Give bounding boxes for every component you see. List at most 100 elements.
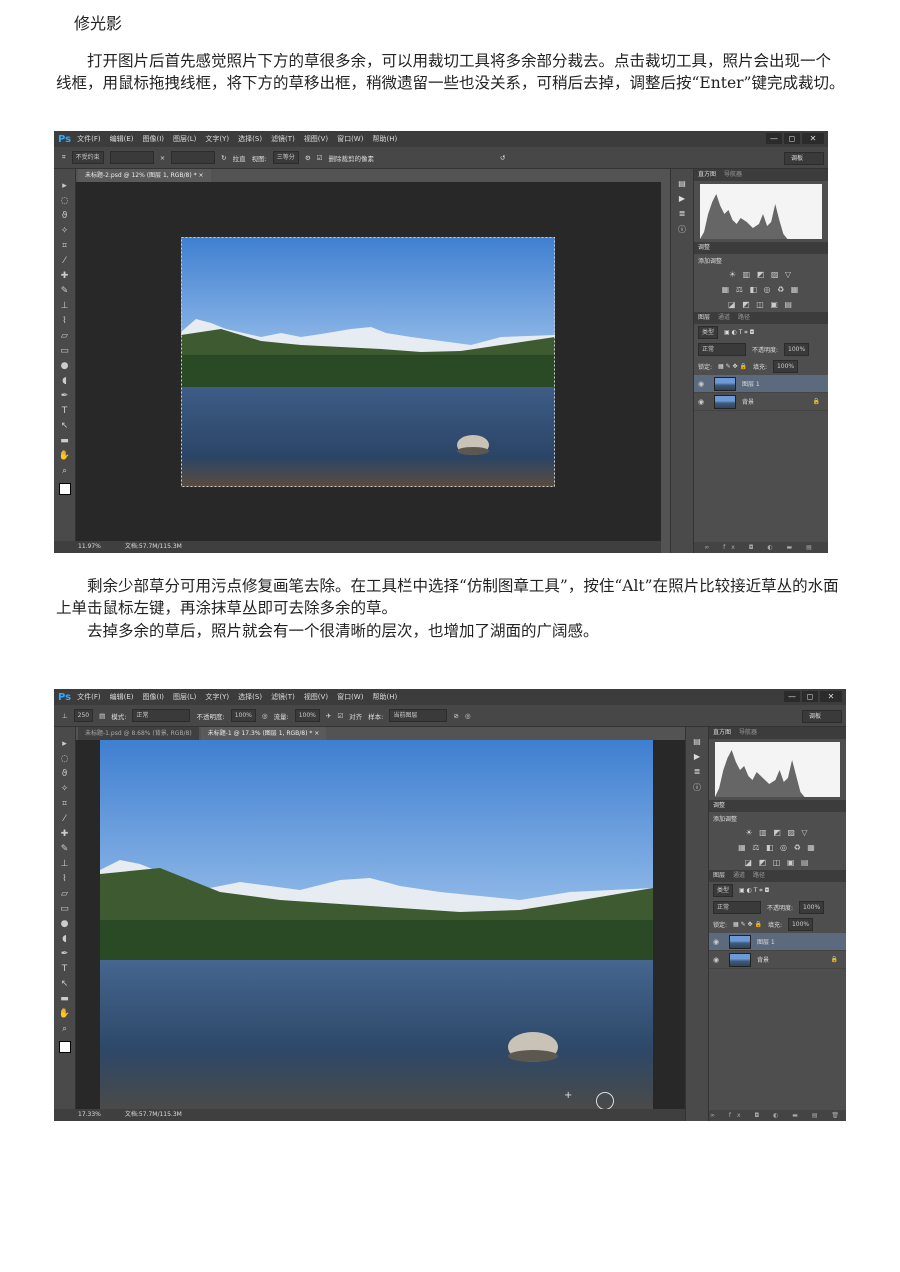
- menu-item-edit[interactable]: 编辑(E): [110, 692, 134, 702]
- info-panel-icon[interactable]: ⓘ: [678, 224, 686, 235]
- menu-item-help[interactable]: 帮助(H): [372, 134, 397, 144]
- layer-row[interactable]: ◉ 背景 🔒: [709, 951, 846, 969]
- view-select[interactable]: 三等分: [272, 151, 299, 164]
- tab-paths[interactable]: 路径: [738, 312, 750, 324]
- healing-brush-icon[interactable]: ✚: [61, 827, 69, 842]
- shape-tool-icon[interactable]: ▬: [60, 992, 69, 1007]
- close-button[interactable]: ✕: [802, 133, 824, 144]
- adjustment-icons[interactable]: ☀ ▥ ◩ ▨ ▽ ▦ ⚖ ◧ ◎ ♻ ▦ ◪ ◩ ◫ ▣ ▤: [694, 267, 828, 312]
- reset-icon[interactable]: ↺: [500, 154, 505, 162]
- hand-tool-icon[interactable]: ✋: [59, 449, 70, 464]
- canvas-area[interactable]: [76, 182, 661, 541]
- history-panel-icon[interactable]: ▤: [693, 737, 701, 746]
- layer-kind-select[interactable]: 类型: [713, 884, 734, 897]
- opacity-input[interactable]: 100%: [784, 343, 810, 356]
- delete-cropped-checkbox[interactable]: ☑: [317, 154, 323, 162]
- straighten-label[interactable]: 拉直: [233, 153, 246, 163]
- menu-item-view[interactable]: 视图(V): [304, 134, 328, 144]
- magic-wand-icon[interactable]: ✧: [61, 224, 69, 239]
- fill-input[interactable]: 100%: [772, 360, 799, 373]
- blur-icon[interactable]: ●: [61, 917, 69, 932]
- pressure-opacity-icon[interactable]: ◎: [262, 712, 268, 720]
- crop-ratio-select[interactable]: 不受约束: [71, 151, 104, 164]
- move-tool-icon[interactable]: ▸: [62, 737, 67, 752]
- tab-adjustments[interactable]: 调整: [713, 800, 725, 812]
- rotate-icon[interactable]: ↻: [221, 154, 226, 162]
- pen-tool-icon[interactable]: ✒: [61, 389, 69, 404]
- path-select-icon[interactable]: ↖: [61, 419, 69, 434]
- menu-item-select[interactable]: 选择(S): [238, 134, 262, 144]
- menu-item-file[interactable]: 文件(F): [77, 692, 101, 702]
- eraser-icon[interactable]: ▱: [61, 329, 68, 344]
- layer-kind-select[interactable]: 类型: [698, 326, 719, 339]
- zoom-tool-icon[interactable]: ⌕: [62, 464, 67, 479]
- tab-paths[interactable]: 路径: [753, 870, 765, 882]
- menu-item-type[interactable]: 文字(Y): [205, 134, 229, 144]
- type-tool-icon[interactable]: T: [62, 962, 68, 977]
- type-tool-icon[interactable]: T: [62, 404, 68, 419]
- layer-filter-icons[interactable]: ▣ ◐ T ⌗ ◘: [739, 887, 769, 895]
- minimize-button[interactable]: —: [766, 133, 782, 144]
- menu-item-select[interactable]: 选择(S): [238, 692, 262, 702]
- lasso-tool-icon[interactable]: ϑ: [62, 209, 68, 224]
- zoom-level[interactable]: 17.33%: [78, 1109, 101, 1121]
- menu-item-image[interactable]: 图像(I): [143, 134, 165, 144]
- gradient-icon[interactable]: ▭: [60, 344, 69, 359]
- magic-wand-icon[interactable]: ✧: [61, 782, 69, 797]
- layer-filter-icons[interactable]: ▣ ◐ T ⌗ ◘: [724, 329, 754, 337]
- layer-row[interactable]: ◉ 图层 1: [694, 375, 828, 393]
- tab-layers[interactable]: 图层: [713, 870, 725, 882]
- dodge-icon[interactable]: ◖: [62, 374, 67, 389]
- tab-navigator[interactable]: 导航器: [739, 727, 757, 739]
- gear-icon[interactable]: ⚙: [305, 154, 311, 162]
- menu-item-filter[interactable]: 滤镜(T): [271, 134, 295, 144]
- history-brush-icon[interactable]: ⌇: [62, 314, 66, 329]
- opacity-input[interactable]: 100%: [230, 709, 256, 722]
- crop-tool-icon[interactable]: ⌗: [62, 797, 67, 812]
- brush-panel-icon[interactable]: ▤: [99, 712, 105, 720]
- brush-preset-picker[interactable]: 250: [73, 709, 94, 722]
- pen-tool-icon[interactable]: ✒: [61, 947, 69, 962]
- clone-stamp-icon[interactable]: ⊥: [62, 712, 68, 720]
- minimize-button[interactable]: —: [784, 691, 800, 702]
- marquee-tool-icon[interactable]: ◌: [61, 752, 69, 767]
- foreground-color-swatch[interactable]: [58, 1041, 71, 1053]
- lock-icons[interactable]: ▦ ✎ ✥ 🔒: [733, 921, 762, 928]
- info-panel-icon[interactable]: ⓘ: [693, 782, 701, 793]
- maximize-button[interactable]: ◻: [802, 691, 818, 702]
- flow-input[interactable]: 100%: [294, 709, 320, 722]
- healing-brush-icon[interactable]: ✚: [61, 269, 69, 284]
- blur-icon[interactable]: ●: [61, 359, 69, 374]
- tab-histogram[interactable]: 直方图: [698, 169, 716, 181]
- adjustment-icons[interactable]: ☀ ▥ ◩ ▨ ▽ ▦ ⚖ ◧ ◎ ♻ ▦ ◪ ◩ ◫ ▣ ▤: [709, 825, 846, 870]
- eyedropper-icon[interactable]: ⁄: [64, 254, 66, 269]
- airbrush-icon[interactable]: ✈: [326, 712, 331, 720]
- layer-row[interactable]: ◉ 图层 1: [709, 933, 846, 951]
- menu-item-view[interactable]: 视图(V): [304, 692, 328, 702]
- eye-icon[interactable]: ◉: [713, 938, 723, 946]
- eye-icon[interactable]: ◉: [713, 956, 723, 964]
- properties-panel-icon[interactable]: ≣: [679, 209, 686, 218]
- eye-icon[interactable]: ◉: [698, 380, 708, 388]
- menu-item-file[interactable]: 文件(F): [77, 134, 101, 144]
- mode-select[interactable]: 正常: [132, 709, 191, 722]
- clone-stamp-icon[interactable]: ⊥: [61, 857, 69, 872]
- document-tab[interactable]: 未标题-1.psd @ 8.68% (背景, RGB/8): [78, 727, 199, 740]
- eye-icon[interactable]: ◉: [698, 398, 708, 406]
- crop-height-input[interactable]: [171, 151, 216, 164]
- zoom-tool-icon[interactable]: ⌕: [62, 1022, 67, 1037]
- eyedropper-icon[interactable]: ⁄: [64, 812, 66, 827]
- crop-width-input[interactable]: [109, 151, 154, 164]
- crop-tool-icon[interactable]: ⌗: [62, 239, 67, 254]
- dodge-icon[interactable]: ◖: [62, 932, 67, 947]
- blend-mode-select[interactable]: 正常: [713, 901, 761, 914]
- tab-channels[interactable]: 通道: [733, 870, 745, 882]
- brush-tool-icon[interactable]: ✎: [61, 284, 69, 299]
- hand-tool-icon[interactable]: ✋: [59, 1007, 70, 1022]
- brush-tool-icon[interactable]: ✎: [61, 842, 69, 857]
- menu-item-type[interactable]: 文字(Y): [205, 692, 229, 702]
- opacity-input[interactable]: 100%: [799, 901, 825, 914]
- document-tab[interactable]: 未标题-1 @ 17.3% (图层 1, RGB/8) * ×: [200, 727, 327, 740]
- history-panel-icon[interactable]: ▤: [678, 179, 686, 188]
- tab-navigator[interactable]: 导航器: [724, 169, 742, 181]
